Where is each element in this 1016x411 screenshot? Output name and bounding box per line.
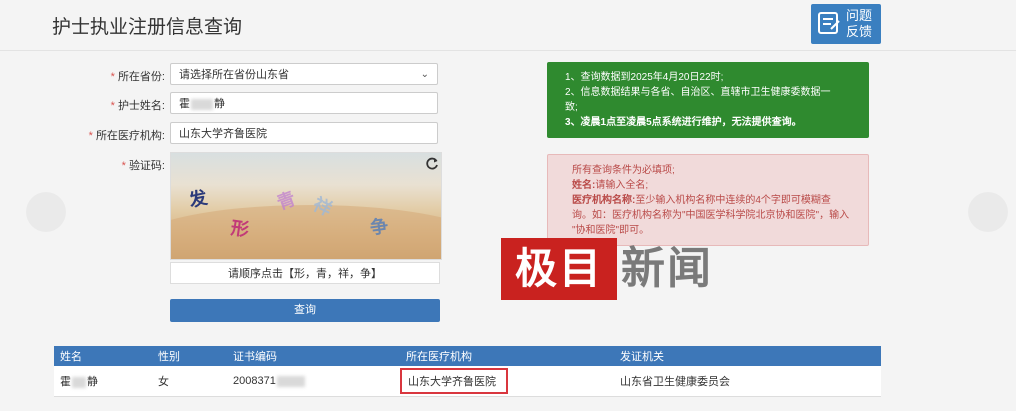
captcha-char[interactable]: 形	[229, 214, 250, 242]
title-divider	[0, 50, 1016, 51]
feedback-icon	[818, 12, 840, 34]
institution-input[interactable]: 山东大学齐鲁医院	[170, 122, 438, 144]
notice-inst-key: 医疗机构名称:	[572, 195, 636, 206]
notice-inst-text3: "协和医院"即可。	[572, 225, 650, 236]
table-row[interactable]: 霍静 女 2008371 山东大学齐鲁医院 山东省卫生健康委员会	[54, 366, 881, 397]
notice-inst-text2: 询。如：医疗机构名称为"中国医学科学院北京协和医院"，输入	[572, 210, 850, 221]
cell-issuer: 山东省卫生健康委员会	[614, 366, 881, 397]
name-label: * 护士姓名:	[110, 100, 165, 112]
notice-name-key: 姓名:	[572, 180, 596, 191]
prev-arrow[interactable]	[26, 192, 66, 232]
notice-line: 3、凌晨1点至凌晨5点系统进行维护，无法提供查询。	[565, 117, 802, 128]
col-header-cert: 证书编码	[227, 346, 400, 366]
notice-green: 1、查询数据到2025年4月20日22时; 2、信息数据结果与各省、自治区、直辖…	[547, 62, 869, 138]
notice-red: 所有查询条件为必填项; 姓名:请输入全名; 医疗机构名称:至少输入机构名称中连续…	[547, 154, 869, 246]
notice-line: 致;	[565, 102, 578, 113]
captcha-char[interactable]: 争	[368, 212, 390, 240]
feedback-label-line1: 问题	[846, 8, 873, 23]
notice-line: 2、信息数据结果与各省、自治区、直辖市卫生健康委数据一	[565, 87, 831, 98]
cell-institution: 山东大学齐鲁医院	[400, 366, 614, 397]
name-input[interactable]: 霍静	[170, 92, 438, 114]
watermark-gray: 新闻	[621, 243, 713, 294]
captcha-image[interactable]: 发 形 青 祥 争	[170, 152, 442, 260]
redaction-blur	[276, 375, 305, 387]
cell-gender: 女	[152, 366, 227, 397]
next-arrow[interactable]	[968, 192, 1008, 232]
province-select[interactable]: 请选择所在省份山东省 ⌄	[170, 63, 438, 85]
chevron-down-icon: ⌄	[420, 69, 429, 80]
redaction-blur	[72, 376, 86, 388]
feedback-button[interactable]: 问题 反馈	[811, 4, 881, 44]
notice-line: 1、查询数据到2025年4月20日22时;	[565, 72, 724, 83]
captcha-dune	[171, 205, 441, 259]
institution-label: * 所在医疗机构:	[88, 130, 165, 142]
col-header-name: 姓名	[54, 346, 152, 366]
notice-name-text: 请输入全名;	[595, 180, 649, 191]
table-header-row: 姓名 性别 证书编码 所在医疗机构 发证机关	[54, 346, 881, 366]
redaction-blur	[191, 98, 213, 110]
refresh-icon[interactable]	[425, 157, 439, 171]
highlight-box: 山东大学齐鲁医院	[400, 368, 508, 394]
cell-name: 霍静	[54, 366, 152, 397]
page-title: 护士执业注册信息查询	[52, 17, 243, 38]
watermark-red: 极目	[501, 238, 617, 300]
feedback-label-line2: 反馈	[846, 24, 873, 39]
query-button[interactable]: 查询	[170, 299, 440, 322]
col-header-gender: 性别	[152, 346, 227, 366]
col-header-institution: 所在医疗机构	[400, 346, 614, 366]
captcha-char[interactable]: 发	[186, 183, 209, 212]
captcha-hint: 请顺序点击【形，青，祥，争】	[170, 262, 440, 284]
results-table: 姓名 性别 证书编码 所在医疗机构 发证机关 霍静 女 2008371 山东大学…	[54, 346, 881, 397]
notice-required: 所有查询条件为必填项;	[572, 165, 675, 176]
notice-inst-text: 至少输入机构名称中连续的4个字即可模糊查	[635, 195, 831, 206]
captcha-label: * 验证码:	[121, 160, 165, 172]
province-label: * 所在省份:	[110, 71, 165, 83]
col-header-issuer: 发证机关	[614, 346, 881, 366]
cell-cert: 2008371	[227, 366, 400, 397]
